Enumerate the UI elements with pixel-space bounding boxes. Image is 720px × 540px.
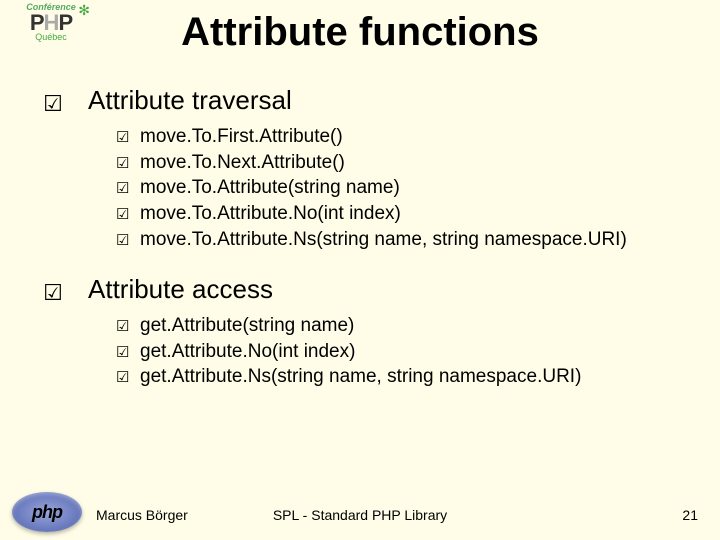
- checked-box-icon: ☑: [18, 93, 88, 115]
- item-text: move.To.Next.Attribute(): [140, 150, 345, 176]
- item-text: get.Attribute.Ns(string name, string nam…: [140, 364, 581, 390]
- list-item: ☑move.To.Attribute.No(int index): [116, 201, 706, 227]
- section-items: ☑move.To.First.Attribute() ☑move.To.Next…: [116, 124, 706, 252]
- list-item: ☑get.Attribute.No(int index): [116, 339, 706, 365]
- item-text: get.Attribute(string name): [140, 313, 354, 339]
- slide-title: Attribute functions: [0, 10, 720, 55]
- item-text: move.To.First.Attribute(): [140, 124, 343, 150]
- page-number: 21: [682, 507, 698, 523]
- section-items: ☑get.Attribute(string name) ☑get.Attribu…: [116, 313, 706, 390]
- item-text: move.To.Attribute(string name): [140, 175, 400, 201]
- slide-body: ☑ Attribute traversal ☑move.To.First.Att…: [18, 85, 706, 480]
- checked-box-icon: ☑: [116, 231, 140, 251]
- checked-box-icon: ☑: [18, 282, 88, 304]
- list-item: ☑move.To.Attribute(string name): [116, 175, 706, 201]
- list-item: ☑get.Attribute(string name): [116, 313, 706, 339]
- list-item: ☑move.To.First.Attribute(): [116, 124, 706, 150]
- checked-box-icon: ☑: [116, 205, 140, 225]
- footer: Marcus Börger SPL - Standard PHP Library…: [0, 500, 720, 530]
- checked-box-icon: ☑: [116, 317, 140, 337]
- checked-box-icon: ☑: [116, 368, 140, 388]
- checked-box-icon: ☑: [116, 128, 140, 148]
- footer-center: SPL - Standard PHP Library: [0, 507, 720, 523]
- item-text: get.Attribute.No(int index): [140, 339, 355, 365]
- section-heading: Attribute traversal: [88, 85, 292, 116]
- list-item: ☑move.To.Attribute.Ns(string name, strin…: [116, 227, 706, 253]
- checked-box-icon: ☑: [116, 343, 140, 363]
- section-row: ☑ Attribute traversal: [18, 85, 706, 116]
- section-heading: Attribute access: [88, 274, 273, 305]
- item-text: move.To.Attribute.Ns(string name, string…: [140, 227, 627, 253]
- list-item: ☑move.To.Next.Attribute(): [116, 150, 706, 176]
- item-text: move.To.Attribute.No(int index): [140, 201, 401, 227]
- section-row: ☑ Attribute access: [18, 274, 706, 305]
- checked-box-icon: ☑: [116, 179, 140, 199]
- checked-box-icon: ☑: [116, 154, 140, 174]
- list-item: ☑get.Attribute.Ns(string name, string na…: [116, 364, 706, 390]
